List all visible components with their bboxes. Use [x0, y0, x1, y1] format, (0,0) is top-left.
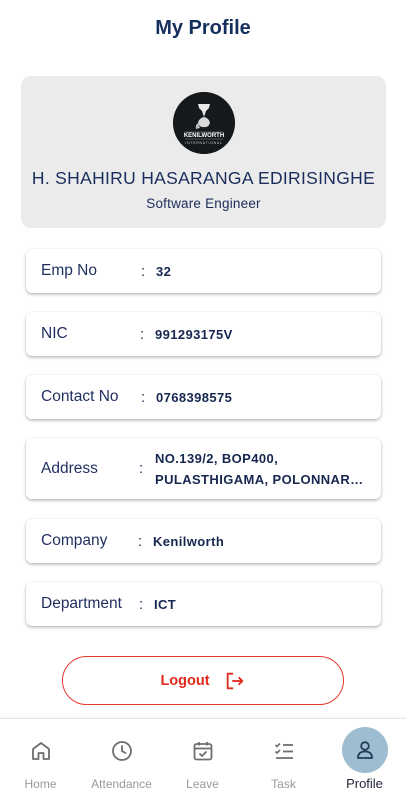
nav-label-leave: Leave: [186, 777, 219, 791]
nav-item-profile[interactable]: Profile: [324, 719, 405, 800]
employee-role: Software Engineer: [146, 196, 261, 211]
logo-subtext: INTERNATIONAL: [185, 141, 222, 145]
info-row-contact: Contact No : 0768398575: [26, 375, 381, 419]
nic-value: 991293175V: [155, 326, 233, 342]
nic-label: NIC: [41, 325, 68, 342]
company-colon: :: [138, 532, 143, 550]
contact-label: Contact No: [41, 388, 119, 405]
page-title: My Profile: [155, 16, 251, 39]
clock-icon: [110, 739, 134, 763]
logout-button[interactable]: Logout: [62, 656, 344, 705]
person-icon: [353, 738, 377, 762]
company-label: Company: [41, 532, 108, 549]
contact-colon: :: [141, 388, 146, 406]
company-logo: KENILWORTH INTERNATIONAL: [172, 92, 235, 154]
nav-item-task[interactable]: Task: [243, 719, 324, 800]
checklist-icon: [272, 739, 296, 763]
info-row-address: Address : NO.139/2, BOP400, PULASTHIGAMA…: [26, 438, 381, 499]
employee-name: H. SHAHIRU HASARANGA EDIRISINGHE: [31, 168, 376, 188]
info-row-company: Company : Kenilworth: [26, 519, 381, 563]
info-row-nic: NIC : 991293175V: [26, 312, 381, 356]
emp-no-colon: :: [141, 262, 146, 280]
nav-label-attendance: Attendance: [91, 777, 152, 791]
nav-item-home[interactable]: Home: [0, 719, 81, 800]
logout-icon: [226, 672, 243, 689]
kenilworth-logo-icon: KENILWORTH INTERNATIONAL: [172, 92, 235, 154]
address-line-2: PULASTHIGAMA, POLONNAR…: [155, 471, 364, 487]
contact-value: 0768398575: [156, 389, 233, 405]
nav-label-task: Task: [271, 777, 296, 791]
company-value: Kenilworth: [153, 533, 225, 549]
bottom-navigation: Home Attendance Leave Task Profile: [0, 718, 406, 800]
address-label: Address: [41, 459, 98, 477]
address-colon: :: [139, 460, 144, 477]
nav-item-attendance[interactable]: Attendance: [81, 719, 162, 800]
department-value: ICT: [154, 596, 177, 612]
info-row-emp-no: Emp No : 32: [26, 249, 381, 293]
nav-label-profile: Profile: [346, 776, 383, 791]
nic-colon: :: [140, 325, 145, 343]
emp-no-value: 32: [156, 263, 172, 279]
address-value: NO.139/2, BOP400, PULASTHIGAMA, POLONNAR…: [155, 448, 370, 490]
home-icon: [29, 739, 53, 763]
address-line-1: NO.139/2, BOP400,: [155, 450, 279, 466]
emp-no-label: Emp No: [41, 262, 97, 279]
department-colon: :: [139, 595, 144, 613]
profile-card: KENILWORTH INTERNATIONAL H. SHAHIRU HASA…: [21, 76, 386, 228]
nav-label-home: Home: [24, 777, 57, 791]
logout-label: Logout: [160, 672, 210, 689]
department-label: Department: [41, 595, 122, 612]
nav-item-leave[interactable]: Leave: [162, 719, 243, 800]
logo-wordmark: KENILWORTH: [183, 133, 223, 139]
calendar-check-icon: [191, 739, 215, 763]
app-header: My Profile: [0, 0, 406, 56]
info-row-department: Department : ICT: [26, 582, 381, 626]
